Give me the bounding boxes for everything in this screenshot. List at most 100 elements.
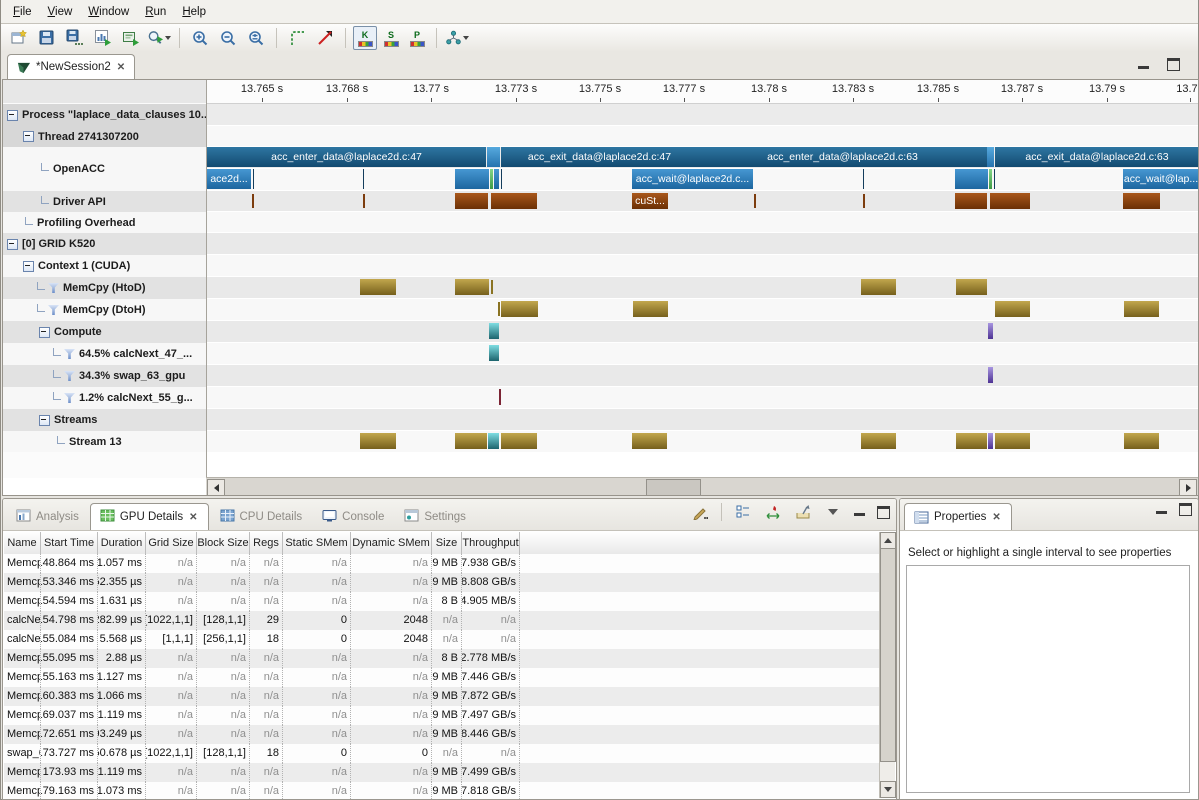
timeline-interval[interactable]: ace2d... (207, 169, 251, 189)
timeline-row-driver-api[interactable]: Driver API (3, 191, 206, 212)
table-row[interactable]: Memcpy179.163 ms1.073 msn/an/an/an/an/a9… (4, 782, 880, 799)
table-row[interactable]: Memcpy148.864 ms1.057 msn/an/an/an/an/a9… (4, 554, 880, 573)
tab-properties[interactable]: Properties ✕ (904, 503, 1012, 530)
scroll-left-button[interactable] (207, 479, 225, 496)
outline-icon[interactable] (734, 503, 752, 521)
collapse-icon[interactable] (23, 131, 34, 142)
measure-button[interactable] (284, 25, 310, 51)
table-row[interactable]: Memcpy169.037 ms1.119 msn/an/an/an/an/a9… (4, 706, 880, 725)
table-row[interactable]: Memcpy155.163 ms1.127 msn/an/an/an/an/a9… (4, 668, 880, 687)
column-header-static-smem[interactable]: Static SMem (283, 532, 351, 554)
timeline-row-thread-2741307200[interactable]: Thread 2741307200 (3, 126, 206, 147)
maximize-icon[interactable] (877, 506, 890, 519)
timeline-interval[interactable] (501, 301, 538, 317)
timeline-row-openacc[interactable]: OpenACC (3, 147, 206, 191)
timeline-interval[interactable] (499, 389, 501, 405)
close-icon[interactable]: ✕ (116, 62, 126, 73)
timeline-interval[interactable] (990, 193, 1030, 209)
column-header-size[interactable]: Size (432, 532, 462, 554)
save-all-button[interactable] (62, 25, 88, 51)
column-header-grid-size[interactable]: Grid Size (146, 532, 197, 554)
close-icon[interactable]: ✕ (991, 512, 1001, 523)
tab-gpu-details[interactable]: GPU Details✕ (90, 503, 209, 530)
scroll-up-button[interactable] (880, 532, 896, 549)
timeline-interval[interactable]: acc_wait@lap... (1123, 169, 1198, 189)
tab-analysis[interactable]: Analysis (7, 504, 88, 530)
timeline-row-profiling-overhead[interactable]: Profiling Overhead (3, 212, 206, 233)
timeline-interval[interactable] (989, 169, 992, 189)
tab-console[interactable]: Console (313, 504, 393, 530)
timeline-interval[interactable] (863, 194, 865, 208)
collapse-icon[interactable] (7, 110, 18, 121)
timeline-row-64-5-calcnext-47[interactable]: 64.5% calcNext_47_... (3, 343, 206, 365)
collapse-icon[interactable] (39, 327, 50, 338)
scrollbar-thumb[interactable] (880, 548, 896, 762)
filter-icon[interactable] (64, 349, 75, 359)
timeline-interval[interactable] (861, 433, 896, 449)
dropdown-caret-icon[interactable] (165, 36, 171, 40)
table-row[interactable]: Memcpy155.095 ms2.88 µsn/an/an/an/an/a8 … (4, 649, 880, 668)
menu-help[interactable]: Help (174, 2, 214, 22)
minimize-icon[interactable] (1138, 61, 1149, 69)
column-header-name[interactable]: Name (4, 532, 41, 554)
timeline-row-1-2-calcnext-55-g[interactable]: 1.2% calcNext_55_g... (3, 387, 206, 409)
timeline-interval[interactable] (633, 301, 668, 317)
timeline-interval[interactable] (487, 147, 500, 167)
timeline-interval[interactable] (994, 169, 995, 189)
table-row[interactable]: Memcpy172.651 ms93.249 µsn/an/an/an/an/a… (4, 725, 880, 744)
timeline-interval[interactable] (861, 279, 896, 295)
timeline-interval[interactable] (489, 345, 499, 361)
timeline-mode-k-button[interactable]: K (353, 26, 377, 50)
export-icon[interactable] (794, 503, 812, 521)
highlight-pencil-icon[interactable] (691, 503, 709, 521)
timeline-interval[interactable] (488, 433, 499, 449)
table-row[interactable]: Memcpy173.93 ms1.119 msn/an/an/an/an/a9 … (4, 763, 880, 782)
column-header-throughput[interactable]: Throughput (462, 532, 520, 554)
table-vertical-scrollbar[interactable] (879, 532, 895, 798)
timeline-interval[interactable] (253, 169, 254, 189)
timeline-interval[interactable]: acc_exit_data@laplace2d.c:47 (501, 147, 698, 167)
column-header-block-size[interactable]: Block Size (197, 532, 250, 554)
menu-window[interactable]: Window (80, 2, 137, 22)
timeline-interval[interactable] (988, 323, 993, 339)
run-application-button[interactable] (118, 25, 144, 51)
timeline-interval[interactable] (501, 169, 502, 189)
timeline-horizontal-scrollbar[interactable] (206, 477, 1198, 495)
timeline-interval[interactable] (754, 194, 756, 208)
timeline-interval[interactable] (360, 279, 396, 295)
timeline-interval[interactable] (863, 169, 864, 189)
timeline-row-stream-13[interactable]: Stream 13 (3, 431, 206, 452)
timeline-interval[interactable] (987, 147, 994, 167)
timeline-interval[interactable] (995, 433, 1030, 449)
column-header-start-time[interactable]: Start Time (41, 532, 98, 554)
zoom-out-button[interactable] (215, 25, 241, 51)
timeline-interval[interactable] (995, 301, 1030, 317)
timeline-interval[interactable] (1124, 301, 1159, 317)
timeline-interval[interactable] (498, 302, 500, 316)
menu-view[interactable]: View (40, 2, 81, 22)
timeline-interval[interactable] (1124, 433, 1159, 449)
column-header-dynamic-smem[interactable]: Dynamic SMem (351, 532, 432, 554)
timeline-interval[interactable] (1123, 193, 1160, 209)
maximize-icon[interactable] (1179, 503, 1192, 516)
collapse-icon[interactable] (7, 239, 18, 250)
timeline-mode-s-button[interactable]: S (379, 26, 403, 50)
timeline-row-0-grid-k520[interactable]: [0] GRID K520 (3, 233, 206, 255)
timeline-interval[interactable]: acc_enter_data@laplace2d.c:47 (207, 147, 486, 167)
table-row[interactable]: calcNex155.084 ms5.568 µs[1,1,1][256,1,1… (4, 630, 880, 649)
timeline-interval[interactable] (956, 433, 987, 449)
table-row[interactable]: swap_6173.727 ms50.678 µs[1022,1,1][128,… (4, 744, 880, 763)
timeline-interval[interactable]: acc_exit_data@laplace2d.c:63 (995, 147, 1198, 167)
table-row[interactable]: Memcpy160.383 ms1.066 msn/an/an/an/an/a9… (4, 687, 880, 706)
session-tab[interactable]: *NewSession2 ✕ (7, 54, 135, 79)
table-row[interactable]: calcNex154.798 ms282.99 µs[1022,1,1][128… (4, 611, 880, 630)
tab-cpu-details[interactable]: CPU Details (211, 504, 312, 530)
scroll-down-button[interactable] (880, 781, 896, 798)
filter-icon[interactable] (64, 393, 75, 403)
tab-settings[interactable]: Settings (395, 504, 475, 530)
timeline-interval[interactable] (455, 169, 489, 189)
zoom-reset-button[interactable] (243, 25, 269, 51)
timeline-interval[interactable]: cuSt... (632, 193, 668, 209)
timeline-interval[interactable] (489, 323, 499, 339)
minimize-icon[interactable] (854, 508, 865, 516)
